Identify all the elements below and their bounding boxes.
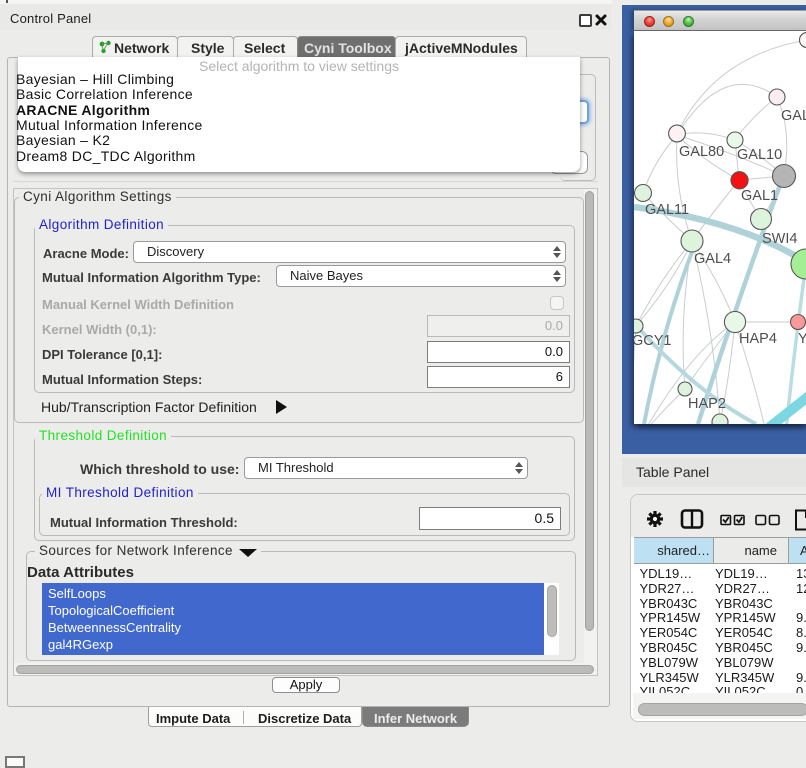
svg-text:GAL: GAL	[781, 108, 806, 124]
svg-text:GAL1: GAL1	[741, 188, 778, 204]
svg-text:SWI4: SWI4	[762, 231, 797, 247]
svg-text:HAP4: HAP4	[739, 331, 777, 347]
svg-text:GAL80: GAL80	[679, 144, 724, 160]
svg-text:GAL11: GAL11	[645, 202, 689, 218]
svg-text:GCY1: GCY1	[634, 333, 672, 349]
svg-text:Y: Y	[798, 331, 806, 347]
svg-text:GAL4: GAL4	[694, 251, 731, 267]
svg-text:GAL10: GAL10	[737, 147, 782, 163]
svg-text:HAP2: HAP2	[688, 396, 726, 412]
